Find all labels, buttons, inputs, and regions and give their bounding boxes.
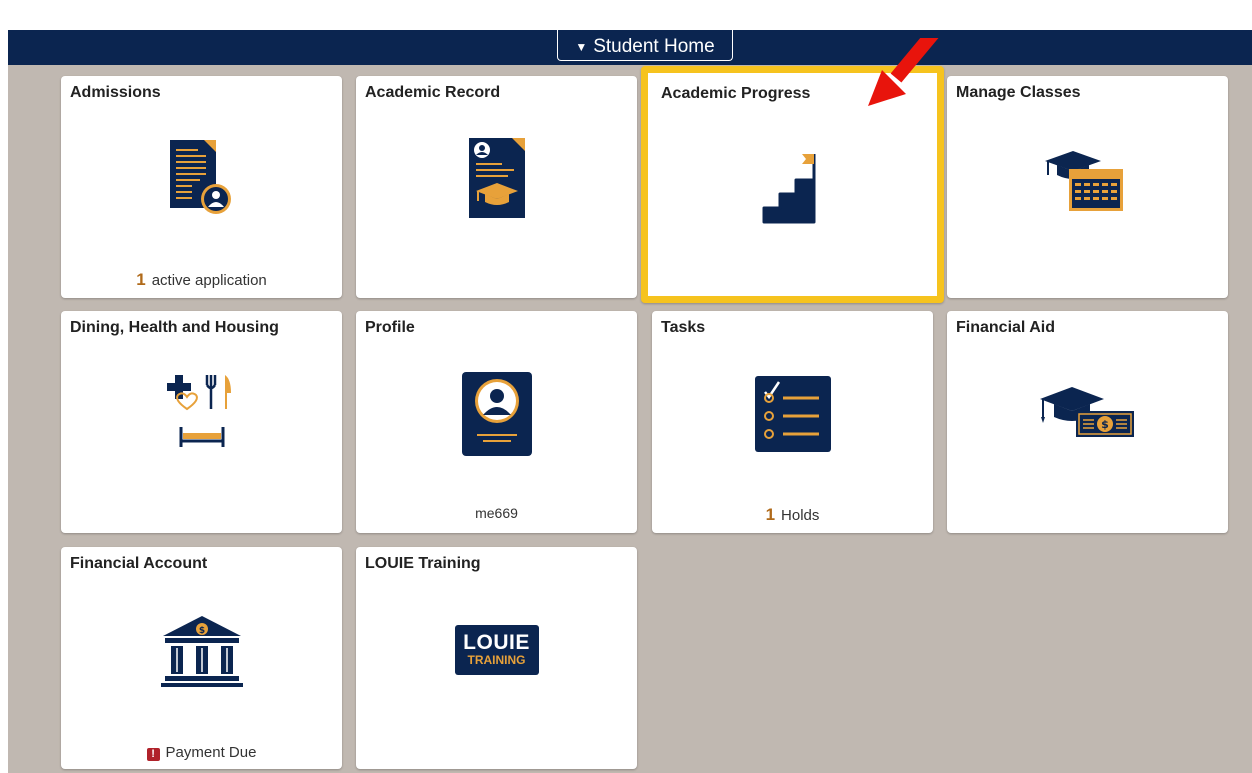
tile-financial-aid[interactable]: Financial Aid $: [947, 311, 1228, 533]
red-arrow-annotation: [858, 30, 958, 143]
cap-money-icon: $: [947, 366, 1228, 461]
svg-text:$: $: [1101, 418, 1109, 431]
tile-profile[interactable]: Profile me669: [356, 311, 637, 533]
student-home-dropdown[interactable]: ▼ Student Home: [557, 30, 733, 61]
tile-title: Academic Progress: [661, 85, 811, 102]
tile-dining-health-housing[interactable]: Dining, Health and Housing: [61, 311, 342, 533]
tile-title: Manage Classes: [956, 84, 1081, 101]
tile-title: Profile: [365, 319, 415, 336]
tile-title: Financial Account: [70, 555, 208, 572]
tile-title: Tasks: [661, 319, 706, 336]
stairs-flag-icon: [648, 138, 937, 233]
graduation-calendar-icon: [947, 131, 1228, 226]
tasks-status: 1 Holds: [652, 505, 933, 525]
logo-louie-text: LOUIE: [463, 631, 530, 654]
svg-text:$: $: [198, 626, 204, 636]
louie-logo-badge: LOUIE TRAINING: [454, 624, 539, 675]
holds-label: Holds: [781, 507, 820, 524]
tile-admissions[interactable]: Admissions 1 active application: [61, 76, 342, 298]
top-nav-bar: ▼ Student Home: [8, 30, 1252, 65]
louie-training-logo: LOUIE TRAINING: [356, 602, 637, 697]
student-home-label: Student Home: [593, 36, 715, 57]
profile-username: me669: [475, 505, 518, 521]
student-homepage: ▼ Student Home Admissions 1 active appli…: [8, 30, 1252, 773]
financial-account-status: ! Payment Due: [61, 744, 342, 761]
active-application-count: 1: [136, 270, 146, 289]
tile-louie-training[interactable]: LOUIE Training LOUIE TRAINING: [356, 547, 637, 769]
tile-title: Dining, Health and Housing: [70, 319, 279, 336]
tile-academic-record[interactable]: Academic Record: [356, 76, 637, 298]
profile-badge-icon: [356, 366, 637, 461]
tile-manage-classes[interactable]: Manage Classes: [947, 76, 1228, 298]
payment-due-label: Payment Due: [165, 744, 257, 761]
tile-title: LOUIE Training: [365, 555, 481, 572]
tile-title: Academic Record: [365, 84, 501, 101]
logo-training-text: TRAINING: [467, 653, 526, 667]
admissions-document-icon: [61, 131, 342, 226]
tile-financial-account[interactable]: Financial Account $ ! Payment Due: [61, 547, 342, 769]
triangle-down-icon: ▼: [575, 40, 588, 54]
bank-icon: $: [61, 602, 342, 697]
diploma-record-icon: [356, 131, 637, 226]
holds-count: 1: [765, 505, 776, 524]
tile-tasks[interactable]: Tasks 1 Holds: [652, 311, 933, 533]
checklist-icon: [652, 366, 933, 461]
dining-health-housing-icon: [61, 366, 342, 461]
tile-title: Admissions: [70, 84, 161, 101]
tile-title: Financial Aid: [956, 319, 1055, 336]
active-application-label: active application: [151, 272, 267, 289]
alert-icon: !: [146, 748, 160, 761]
admissions-status: 1 active application: [61, 270, 342, 290]
